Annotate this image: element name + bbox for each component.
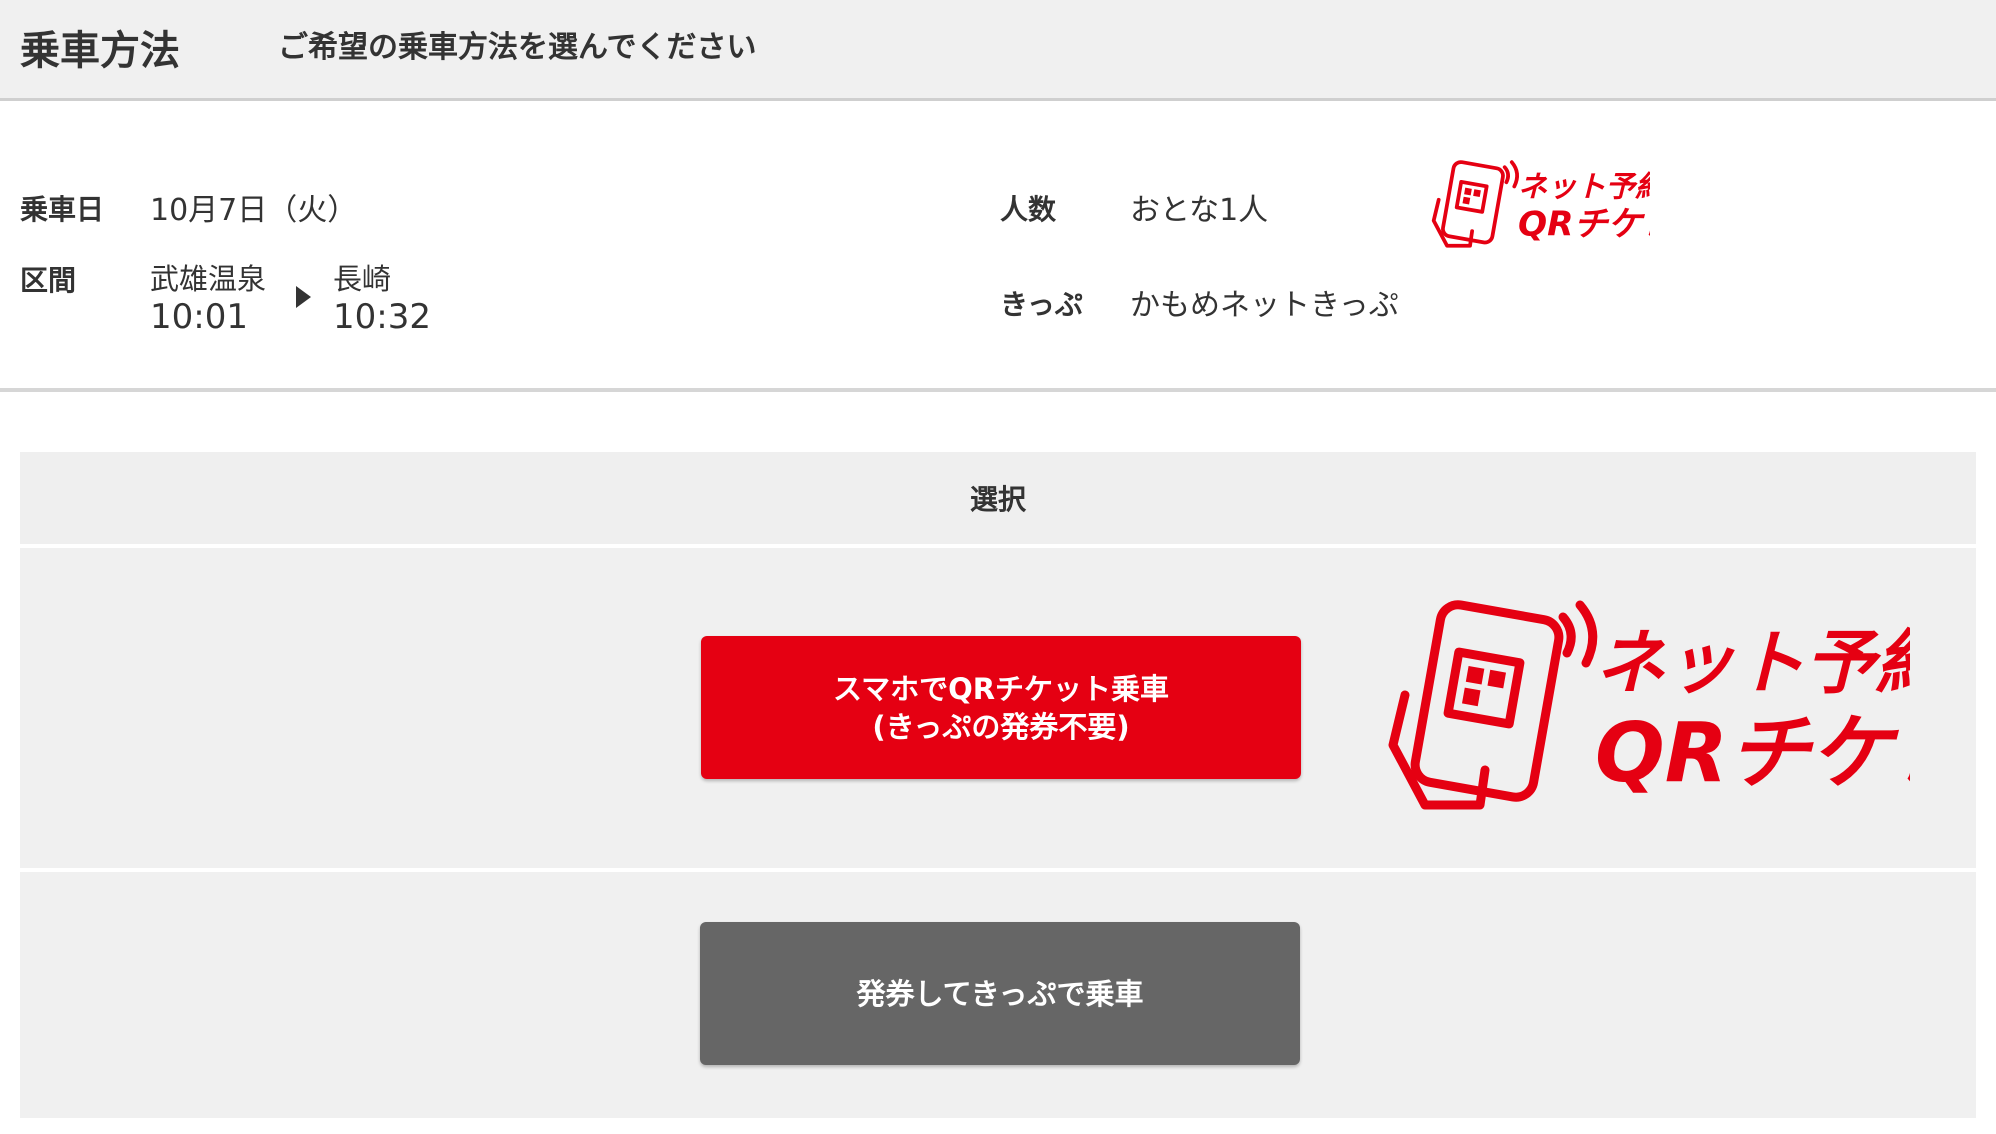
ticket-button-label: 発券してきっぷで乗車 [856, 976, 1144, 1011]
from-time: 10:01 [150, 297, 248, 337]
qr-ticketless-logo-large: ネット予約で QRチケレス [1388, 600, 1910, 810]
reservation-summary: 乗車日 10月7日（火） 区間 武雄温泉 10:01 長崎 10:32 人数 お… [0, 101, 1996, 392]
ticket-value: かもめネットきっぷ [1130, 288, 1399, 323]
page-title: 乗車方法 [20, 28, 180, 74]
to-station: 長崎 [333, 262, 392, 296]
page-subtitle: ご希望の乗車方法を選んでください [278, 30, 757, 65]
logo-text-line2: QRチケレス [1518, 205, 1650, 245]
logo-text-line1: ネット予約で [1518, 169, 1650, 203]
from-station: 武雄温泉 [150, 262, 267, 296]
play-arrow-icon [296, 286, 311, 308]
logo-large-text-line1: ネット予約で [1595, 622, 1910, 704]
people-value: おとな1人 [1130, 193, 1269, 228]
page-header: 乗車方法 ご希望の乗車方法を選んでください [0, 0, 1996, 101]
ticket-label: きっぷ [1000, 288, 1083, 321]
date-label: 乗車日 [20, 193, 105, 226]
qr-button-label-line2: (きっぷの発券不要) [872, 709, 1130, 744]
date-value: 10月7日（火） [150, 193, 358, 228]
issue-ticket-button[interactable]: 発券してきっぷで乗車 [700, 922, 1300, 1065]
logo-large-text-line2: QRチケレス [1595, 706, 1910, 801]
qr-ticketless-logo: ネット予約で QRチケレス [1431, 160, 1650, 248]
people-label: 人数 [1000, 193, 1057, 226]
qr-ticket-button[interactable]: スマホでQRチケット乗車 (きっぷの発券不要) [701, 636, 1301, 779]
qr-button-label-line1: スマホでQRチケット乗車 [832, 671, 1170, 706]
selection-header: 選択 [20, 452, 1976, 544]
section-label: 区間 [20, 264, 77, 297]
to-time: 10:32 [333, 297, 431, 337]
